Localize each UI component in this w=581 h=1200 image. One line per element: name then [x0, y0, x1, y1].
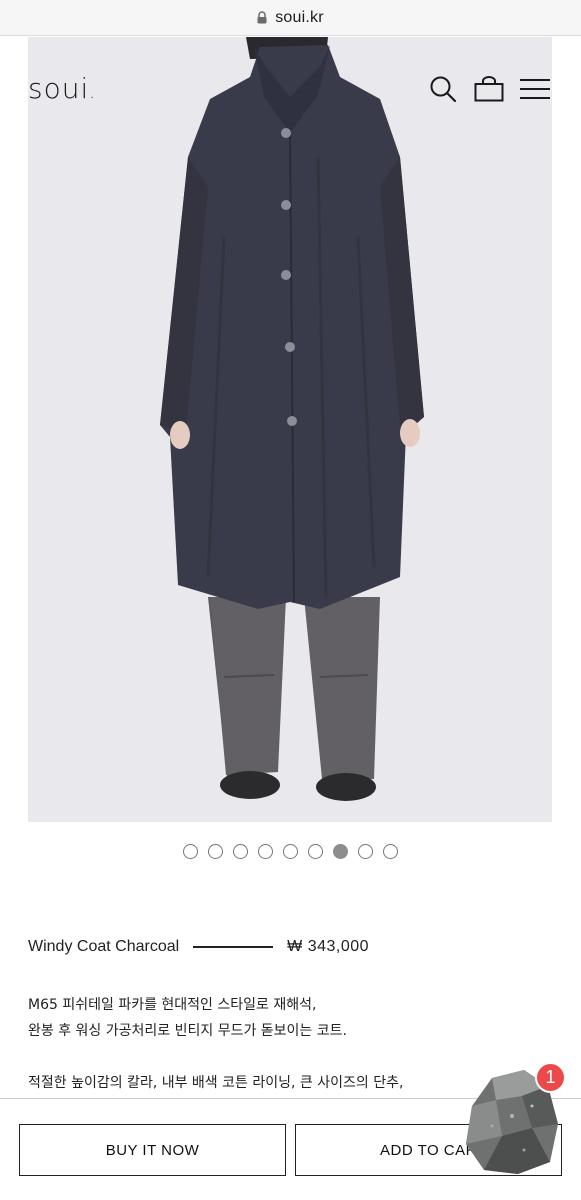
shopping-bag-icon[interactable] [472, 72, 506, 106]
search-icon[interactable] [426, 72, 460, 106]
product-image[interactable] [28, 37, 552, 822]
url-text: soui.kr [275, 8, 324, 26]
carousel-dot[interactable] [383, 844, 398, 859]
carousel-dot[interactable] [358, 844, 373, 859]
lock-icon [257, 11, 267, 24]
carousel-dot[interactable] [208, 844, 223, 859]
logo-text: soui [28, 72, 90, 105]
description-line: M65 피쉬테일 파카를 현대적인 스타일로 재해석, [28, 997, 317, 1013]
buy-now-button[interactable]: BUY IT NOW [19, 1124, 286, 1176]
carousel-dot[interactable] [258, 844, 273, 859]
product-title-row: Windy Coat Charcoal ₩ 343,000 [28, 938, 553, 956]
notification-badge[interactable]: 1 [535, 1062, 566, 1093]
product-price: ₩ 343,000 [287, 938, 370, 955]
product-name: Windy Coat Charcoal [28, 938, 180, 955]
browser-address-bar[interactable]: soui.kr [0, 0, 581, 36]
carousel-dot[interactable] [183, 844, 198, 859]
carousel-pagination [0, 844, 581, 859]
logo-dot: . [89, 82, 96, 103]
carousel-dot[interactable] [308, 844, 323, 859]
description-line: 완봉 후 워싱 가공처리로 빈티지 무드가 돋보이는 코트. [28, 1023, 347, 1039]
divider-line [193, 946, 274, 948]
carousel-dot[interactable] [233, 844, 248, 859]
carousel-dot-active[interactable] [333, 844, 348, 859]
carousel-dot[interactable] [283, 844, 298, 859]
menu-icon[interactable] [518, 72, 552, 106]
brand-logo[interactable]: soui. [28, 72, 96, 105]
